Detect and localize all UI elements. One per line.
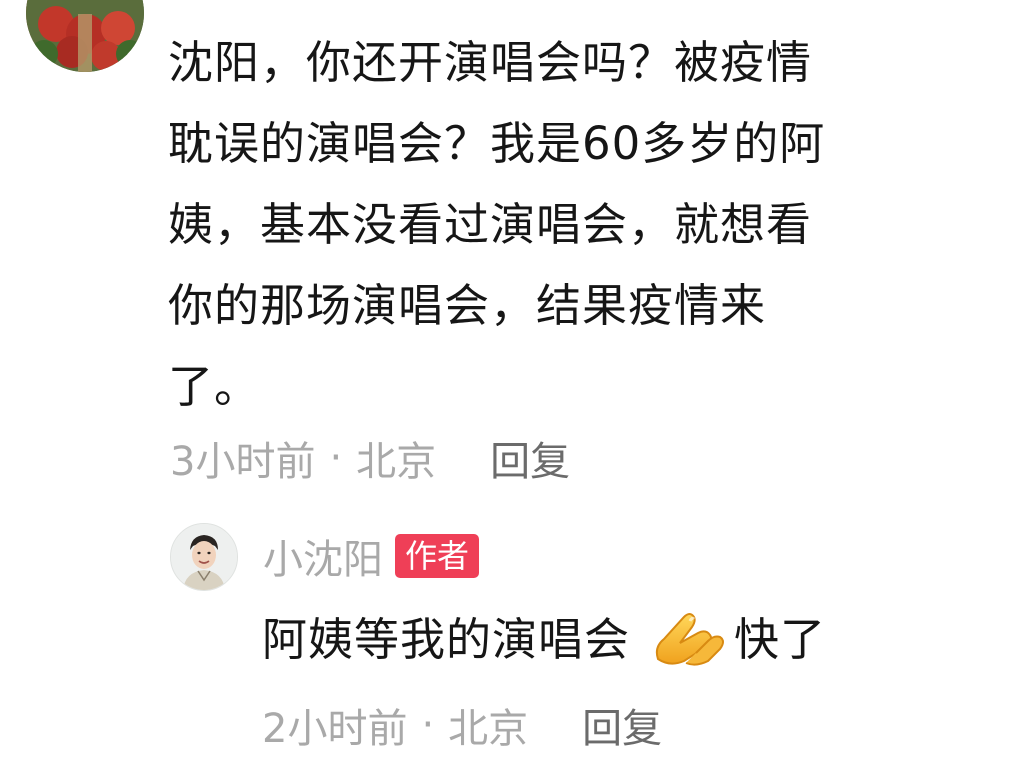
folded-hands-emoji-icon (650, 603, 728, 667)
reply-meta: 2小时前 · 北京 回复 (262, 697, 662, 753)
avatar-photo-flowers-icon (26, 0, 144, 72)
comment-meta: 3小时前 · 北京 回复 (170, 430, 570, 486)
avatar-photo-man-icon (171, 524, 237, 590)
reply-username[interactable]: 小沈阳 (263, 527, 383, 585)
comment-line: 你的那场演唱会，结果疫情来 (168, 279, 767, 332)
reply-time: 2小时前 (262, 706, 408, 752)
comment-line: 姨，基本没看过演唱会，就想看 (168, 198, 813, 251)
reply-author-avatar[interactable] (170, 523, 238, 591)
reply-location: 北京 (448, 706, 529, 752)
comment-line: 了。 (168, 360, 261, 413)
comment-location: 北京 (356, 439, 437, 485)
commenter-avatar[interactable] (26, 0, 144, 72)
meta-separator: · (421, 702, 435, 748)
meta-separator: · (329, 435, 343, 481)
reply-text: 阿姨等我的演唱会 快了 (262, 600, 826, 670)
comment-line: 沈阳，你还开演唱会吗？被疫情 (168, 36, 813, 89)
reply-button[interactable]: 回复 (582, 696, 662, 754)
comment-text: 沈阳，你还开演唱会吗？被疫情 耽误的演唱会？我是60多岁的阿 姨，基本没看过演唱… (168, 22, 958, 427)
reply-text-part: 阿姨等我的演唱会 (262, 612, 631, 666)
reply-header: 小沈阳 作者 (263, 527, 480, 585)
comment-line: 耽误的演唱会？我是60多岁的阿 (168, 117, 826, 170)
reply-button[interactable]: 回复 (490, 429, 570, 487)
author-badge: 作者 (395, 534, 480, 578)
reply-text-part: 快了 (734, 612, 827, 666)
comment-time: 3小时前 (170, 439, 316, 485)
